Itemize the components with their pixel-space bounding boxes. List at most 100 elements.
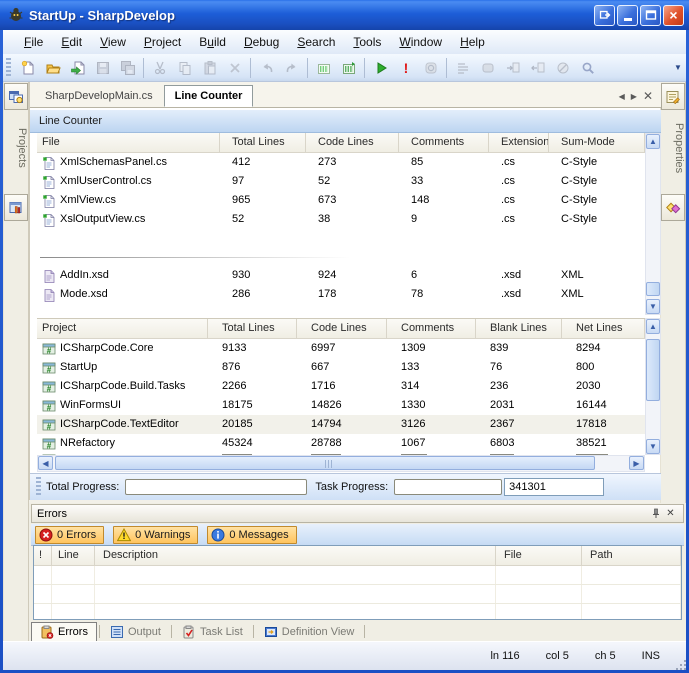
horizontal-scrollbar[interactable]: ◀ ▶ [37, 455, 645, 472]
minimize-button[interactable] [617, 5, 638, 26]
scroll-down-icon[interactable]: ▼ [646, 299, 660, 314]
project-row[interactable]: #StartUp 876 667 133 76 800 [37, 358, 645, 377]
column-header-blank-lines[interactable]: Blank Lines [476, 319, 562, 338]
column-header-file[interactable]: File [37, 133, 220, 152]
project-row[interactable]: #NRefactory 45324 28788 1067 6803 38521 [37, 434, 645, 453]
menu-search[interactable]: Search [288, 32, 344, 52]
undo-button[interactable] [254, 56, 279, 80]
scroll-thumb[interactable] [646, 339, 660, 401]
project-table-vscrollbar[interactable]: ▲ ▼ [645, 318, 661, 455]
new-file-button[interactable] [15, 56, 40, 80]
save-button[interactable] [90, 56, 115, 80]
close-button[interactable]: × [663, 5, 684, 26]
run-button[interactable] [368, 56, 393, 80]
file-table-vscrollbar[interactable]: ▲ ▼ [645, 133, 661, 315]
menu-project[interactable]: Project [135, 32, 190, 52]
sidebar-tab-classes[interactable] [4, 194, 28, 221]
menu-file[interactable]: File [15, 32, 52, 52]
bottom-tab-errors[interactable]: Errors [31, 622, 97, 641]
menu-edit[interactable]: Edit [52, 32, 91, 52]
column-header-file[interactable]: File [496, 546, 582, 565]
tab-scroll-left-icon[interactable]: ◀ [619, 92, 625, 101]
column-header-project[interactable]: Project [37, 319, 208, 338]
menu-build[interactable]: Build [190, 32, 235, 52]
sidebar-tab-projects[interactable] [4, 83, 28, 110]
cut-button[interactable] [147, 56, 172, 80]
column-header-net-lines[interactable]: Net Lines [562, 319, 645, 338]
menu-window[interactable]: Window [390, 32, 451, 52]
tab-close-icon[interactable]: ✕ [643, 91, 653, 101]
toolbar-overflow-button[interactable]: ▼ [672, 57, 684, 79]
build-button[interactable] [311, 56, 336, 80]
column-header-path[interactable]: Path [582, 546, 681, 565]
project-row[interactable]: #WinFormsUI 18175 14826 1330 2031 16144 [37, 396, 645, 415]
filter-messages-button[interactable]: 0 Messages [207, 526, 296, 544]
file-row[interactable]: XmlUserControl.cs 97 52 33 .cs C-Style [37, 172, 645, 191]
stop-button[interactable] [418, 56, 443, 80]
column-header-total-lines[interactable]: Total Lines [220, 133, 306, 152]
bottom-tab-output[interactable]: Output [102, 622, 169, 641]
pin-button[interactable] [648, 507, 663, 521]
open-with-button[interactable] [65, 56, 90, 80]
bottom-tab-task-list[interactable]: Task List [174, 622, 251, 641]
sidebar-tab-toolbox[interactable] [661, 194, 685, 221]
step-out-button[interactable] [525, 56, 550, 80]
column-header-extension[interactable]: Extension [489, 133, 549, 152]
filter-errors-button[interactable]: 0 Errors [35, 526, 104, 544]
scroll-thumb[interactable] [55, 456, 595, 470]
scroll-left-icon[interactable]: ◀ [38, 456, 53, 470]
column-header-comments[interactable]: Comments [399, 133, 489, 152]
column-header-sum-mode[interactable]: Sum-Mode [549, 133, 645, 152]
file-row[interactable]: AddIn.xsd 930 924 6 .xsd XML [37, 266, 645, 285]
file-row[interactable]: XmlSchemasPanel.cs 412 273 85 .cs C-Styl… [37, 153, 645, 172]
breakpoint-button[interactable] [475, 56, 500, 80]
errors-panel-titlebar[interactable]: Errors ✕ [31, 504, 684, 523]
menu-tools[interactable]: Tools [344, 32, 390, 52]
project-row[interactable]: #ICSharpCode.Core 9133 6997 1309 839 829… [37, 339, 645, 358]
filter-warnings-button[interactable]: 0 Warnings [113, 526, 198, 544]
maximize-button[interactable] [640, 5, 661, 26]
column-header-total-lines[interactable]: Total Lines [208, 319, 297, 338]
menu-debug[interactable]: Debug [235, 32, 288, 52]
column-header-description[interactable]: Description [95, 546, 496, 565]
tab-line-counter[interactable]: Line Counter [164, 85, 254, 107]
column-header-code-lines[interactable]: Code Lines [306, 133, 399, 152]
find-button[interactable] [575, 56, 600, 80]
comment-button[interactable] [450, 56, 475, 80]
scroll-up-icon[interactable]: ▲ [646, 319, 660, 334]
abort-button[interactable]: ! [393, 56, 418, 80]
tab-scroll-right-icon[interactable]: ▶ [631, 92, 637, 101]
tab-sharpdevelopmain-cs[interactable]: SharpDevelopMain.cs [34, 85, 164, 107]
rebuild-button[interactable] [336, 56, 361, 80]
close-panel-button[interactable]: ✕ [663, 507, 678, 521]
file-row[interactable]: XslOutputView.cs 52 38 9 .cs C-Style [37, 210, 645, 229]
scroll-right-icon[interactable]: ▶ [629, 456, 644, 470]
save-all-button[interactable] [115, 56, 140, 80]
scroll-thumb[interactable] [646, 282, 660, 296]
project-row[interactable]: #ICSharpCode.Build.Tasks 2266 1716 314 2… [37, 377, 645, 396]
toolbar-grip[interactable] [6, 58, 11, 78]
menu-help[interactable]: Help [451, 32, 494, 52]
scroll-down-icon[interactable]: ▼ [646, 439, 660, 454]
delete-button[interactable] [222, 56, 247, 80]
column-header-line[interactable]: Line [52, 546, 95, 565]
project-row[interactable]: #ICSharpCode.TextEditor 20185 14794 3126… [37, 415, 645, 434]
column-header-code-lines[interactable]: Code Lines [297, 319, 387, 338]
menu-view[interactable]: View [91, 32, 135, 52]
stop-process-button[interactable] [550, 56, 575, 80]
column-header-severity[interactable]: ! [34, 546, 52, 565]
file-row[interactable]: XmlView.cs 965 673 148 .cs C-Style [37, 191, 645, 210]
toolbar-grip[interactable] [36, 477, 41, 497]
redo-button[interactable] [279, 56, 304, 80]
step-over-button[interactable] [500, 56, 525, 80]
resize-grip[interactable] [680, 664, 682, 666]
copy-button[interactable] [172, 56, 197, 80]
open-file-button[interactable] [40, 56, 65, 80]
sidebar-tab-properties[interactable] [661, 83, 685, 110]
sidebar-projects-label[interactable]: Projects [4, 116, 28, 180]
scroll-up-icon[interactable]: ▲ [646, 134, 660, 149]
file-row[interactable]: Mode.xsd 286 178 78 .xsd XML [37, 285, 645, 304]
title-bar[interactable]: StartUp - SharpDevelop × [0, 0, 689, 30]
sidebar-properties-label[interactable]: Properties [661, 116, 685, 180]
paste-button[interactable] [197, 56, 222, 80]
